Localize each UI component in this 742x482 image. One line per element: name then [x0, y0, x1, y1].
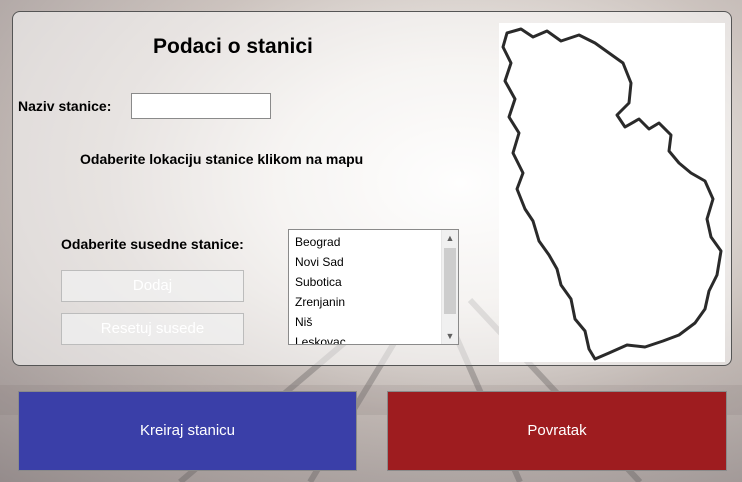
- map-area[interactable]: [499, 23, 725, 362]
- page-title: Podaci o stanici: [153, 35, 313, 58]
- scroll-down-icon[interactable]: ▼: [442, 328, 458, 344]
- station-list-item[interactable]: Beograd: [289, 232, 441, 252]
- serbia-map-icon[interactable]: [499, 23, 725, 362]
- neighbors-label: Odaberite susedne stanice:: [61, 236, 244, 252]
- scroll-thumb[interactable]: [444, 248, 456, 314]
- station-list-item[interactable]: Novi Sad: [289, 252, 441, 272]
- scroll-up-icon[interactable]: ▲: [442, 230, 458, 246]
- add-neighbor-button[interactable]: Dodaj: [61, 270, 244, 302]
- station-list-item[interactable]: Subotica: [289, 272, 441, 292]
- station-list-item[interactable]: Niš: [289, 312, 441, 332]
- reset-neighbors-button[interactable]: Resetuj susede: [61, 313, 244, 345]
- back-button[interactable]: Povratak: [387, 391, 727, 471]
- create-station-button[interactable]: Kreiraj stanicu: [18, 391, 357, 471]
- station-list-item[interactable]: Zrenjanin: [289, 292, 441, 312]
- station-name-input[interactable]: [131, 93, 271, 119]
- station-list-item[interactable]: Leskovac: [289, 332, 441, 344]
- station-name-label: Naziv stanice:: [18, 98, 112, 114]
- listbox-scrollbar[interactable]: ▲ ▼: [441, 230, 458, 344]
- map-hint-label: Odaberite lokaciju stanice klikom na map…: [80, 151, 364, 167]
- stations-listbox[interactable]: Beograd Novi Sad Subotica Zrenjanin Niš …: [288, 229, 459, 345]
